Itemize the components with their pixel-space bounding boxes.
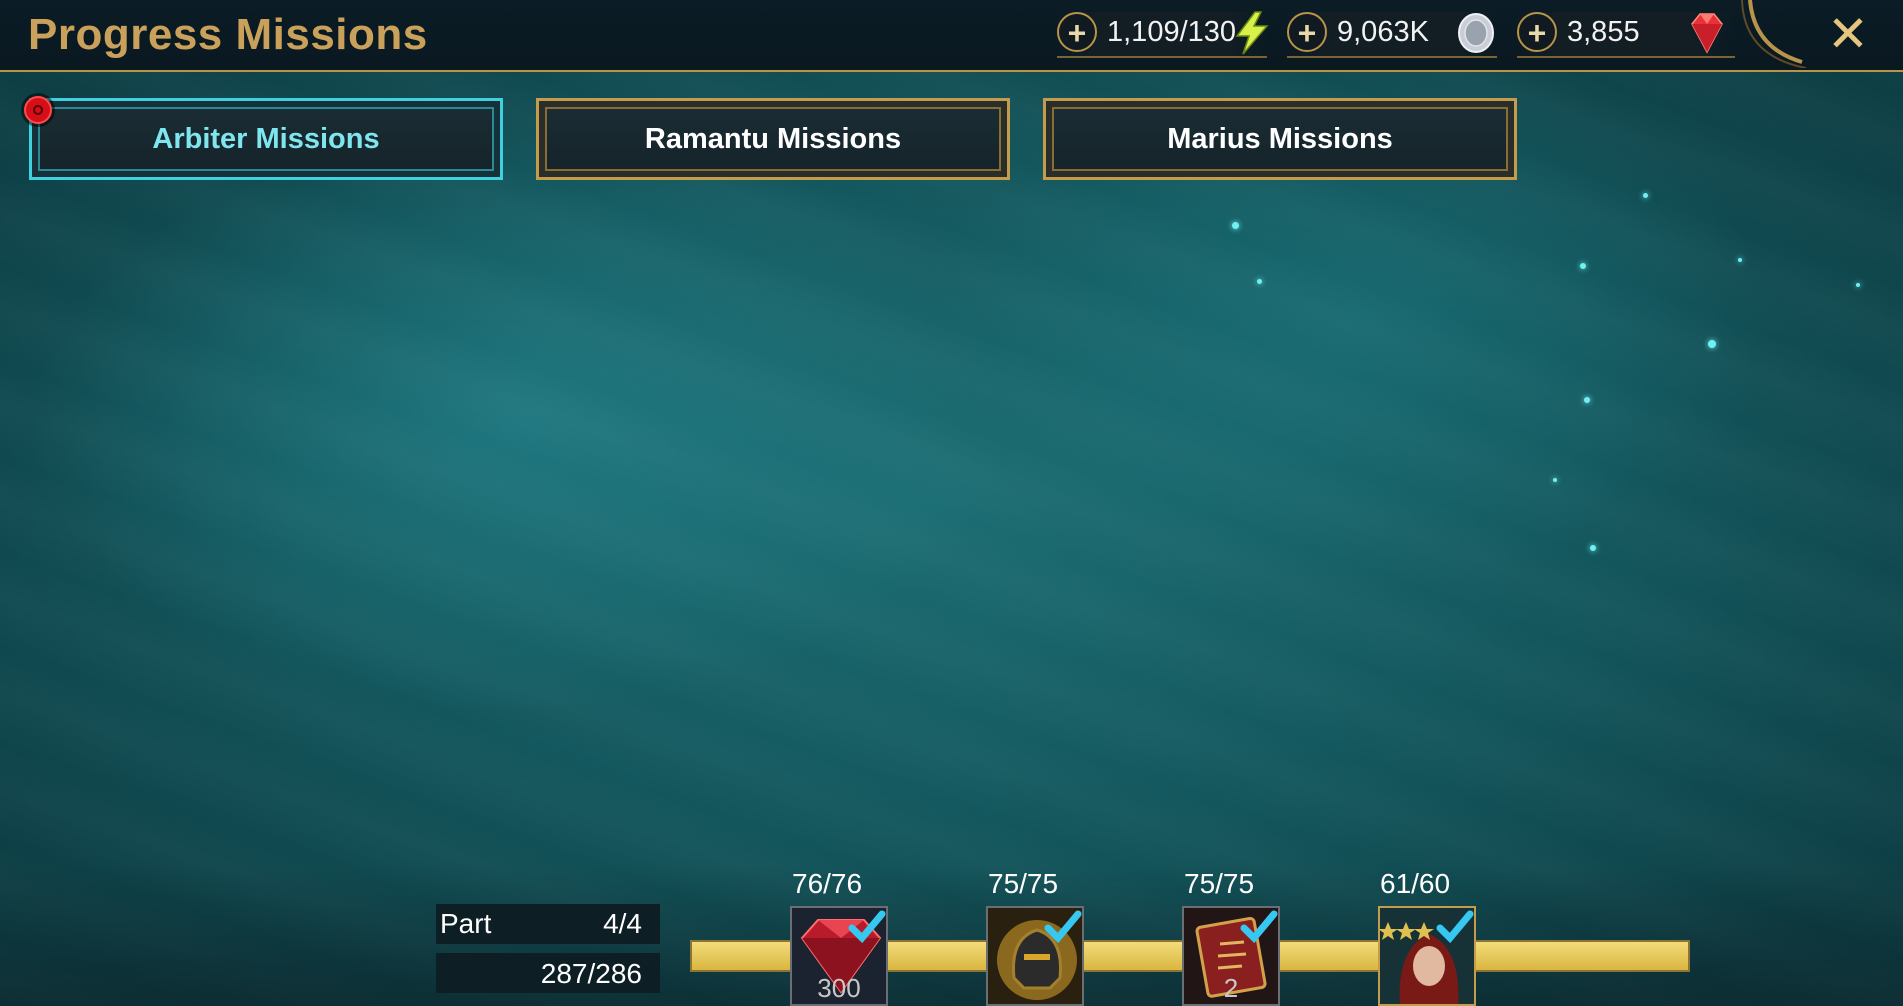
progress-strip [0, 865, 1903, 1006]
claimed-check-icon [1436, 910, 1474, 944]
gem-value: 3,855 [1567, 16, 1640, 48]
part-indicator: Part 4/4 [436, 904, 660, 944]
add-silver-button[interactable]: + [1287, 12, 1327, 52]
particle [1584, 397, 1590, 403]
particle [1232, 222, 1239, 229]
gem-resource: + 3,855 [1517, 12, 1735, 58]
milestone-quantity: 300 [817, 973, 861, 1003]
particle [1257, 279, 1262, 284]
milestone-reward-box[interactable]: 300 [790, 906, 888, 1006]
milestone-reward-box[interactable] [986, 906, 1084, 1006]
particle [1553, 478, 1557, 482]
tab-marius-missions[interactable]: Marius Missions [1043, 98, 1517, 180]
energy-resource: + 1,109/130 [1057, 11, 1269, 58]
milestone-count: 76/76 [792, 868, 863, 899]
notification-dot-icon [24, 96, 52, 124]
claimed-check-icon [1240, 910, 1278, 944]
milestone-count: 61/60 [1380, 868, 1451, 899]
particle [1580, 263, 1586, 269]
particle [1643, 193, 1648, 198]
particle [1856, 283, 1860, 287]
add-energy-button[interactable]: + [1057, 12, 1097, 52]
points-indicator: 287/286 [436, 953, 660, 993]
claimed-check-icon [1044, 910, 1082, 944]
part-label: Part [440, 908, 492, 939]
silver-value: 9,063K [1337, 16, 1429, 48]
ruby-gem-icon [1691, 13, 1723, 54]
milestone-reward-box[interactable]: 2 [1182, 906, 1280, 1006]
part-value: 4/4 [603, 908, 642, 939]
close-button[interactable]: ✕ [1820, 6, 1876, 62]
milestone-reward-box[interactable] [1378, 906, 1476, 1006]
particle [1590, 545, 1596, 551]
energy-value: 1,109/130 [1107, 16, 1237, 48]
claimed-check-icon [848, 910, 886, 944]
milestone-count: 75/75 [1184, 868, 1255, 899]
milestone-quantity: 2 [1223, 973, 1239, 1003]
points-value: 287/286 [540, 958, 642, 989]
lightning-energy-icon [1235, 11, 1269, 55]
corner-ornament-icon [1741, 0, 1807, 68]
particle [1708, 340, 1716, 348]
silver-coin-icon [1458, 13, 1494, 53]
silver-resource: + 9,063K [1287, 12, 1497, 58]
particle [1738, 258, 1742, 262]
tab-ramantu-missions[interactable]: Ramantu Missions [536, 98, 1010, 180]
page-title: Progress Missions [28, 10, 428, 59]
add-gems-button[interactable]: + [1517, 12, 1557, 52]
tab-arbiter-missions[interactable]: Arbiter Missions [29, 98, 503, 180]
milestone-count: 75/75 [988, 868, 1059, 899]
top-bar: Progress Missions + 1,109/130 + 9,063K +… [0, 0, 1903, 72]
